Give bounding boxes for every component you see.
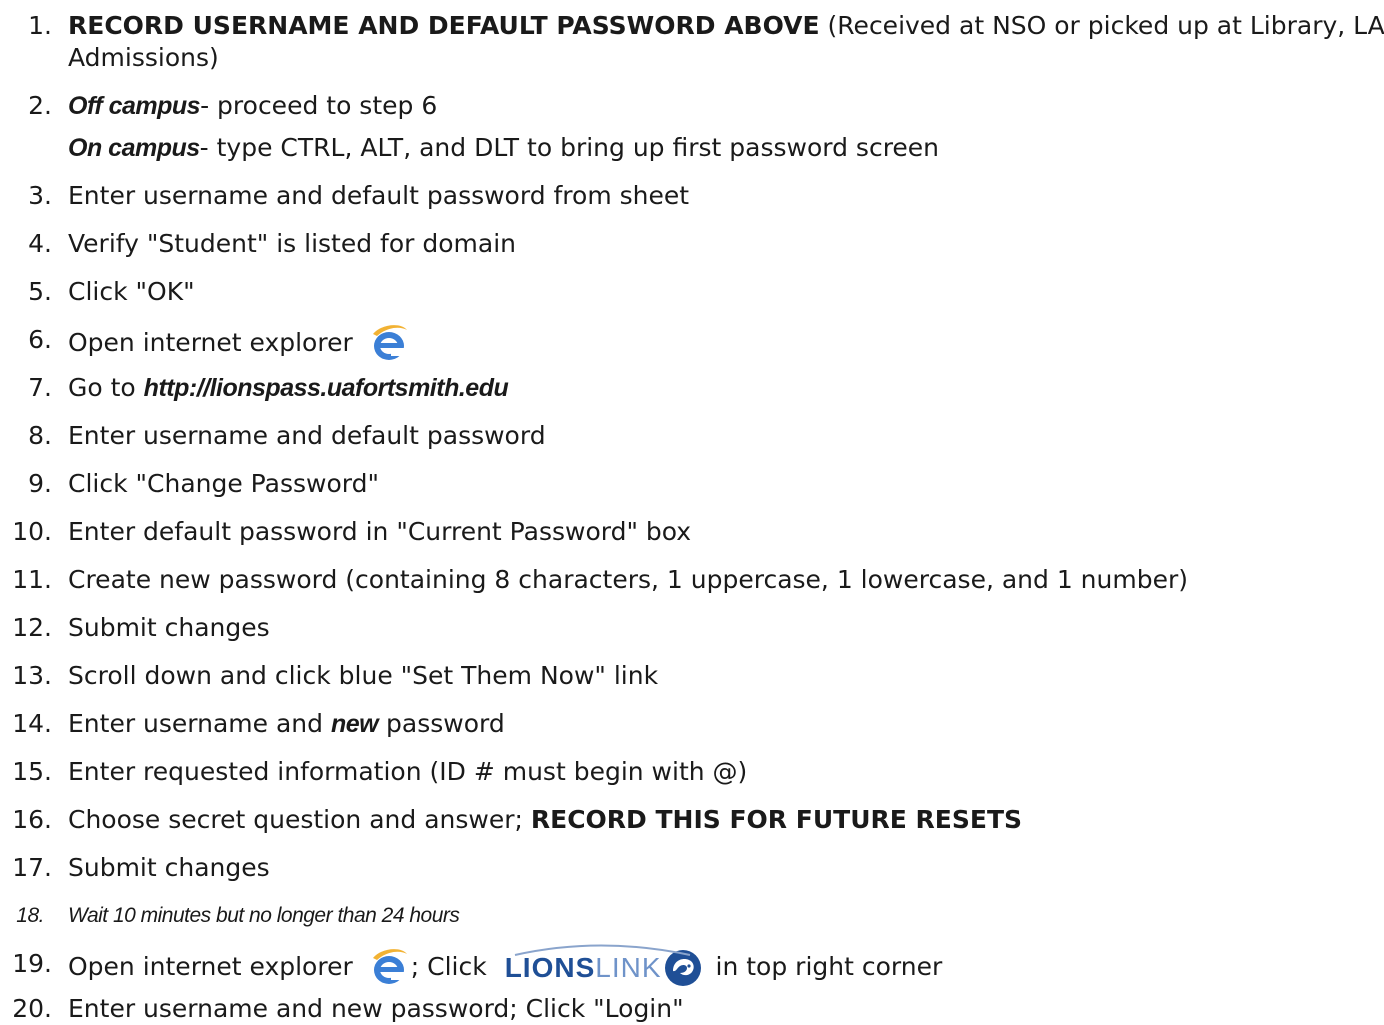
step-number: 10. bbox=[12, 517, 52, 546]
step-text: Enter username and default password bbox=[68, 421, 546, 450]
step-number: 14. bbox=[12, 709, 52, 738]
step-text: Wait 10 minutes but no longer than 24 ho… bbox=[68, 904, 460, 927]
step-text: Verify "Student" is listed for domain bbox=[68, 229, 517, 258]
step-text: Admissions) bbox=[68, 43, 219, 72]
step-number: 5. bbox=[28, 277, 52, 306]
step-number: 11. bbox=[12, 565, 52, 594]
step-emphasis: RECORD USERNAME AND DEFAULT PASSWORD ABO… bbox=[68, 11, 820, 40]
internet-explorer-icon bbox=[372, 325, 407, 360]
step-number: 17. bbox=[12, 853, 52, 882]
step-emphasis: On campus bbox=[68, 134, 200, 162]
step-number: 1. bbox=[28, 11, 52, 40]
lionslink-logo: LIONS LINK bbox=[505, 944, 702, 988]
step-emphasis: RECORD THIS FOR FUTURE RESETS bbox=[530, 805, 1022, 834]
step-text: Submit changes bbox=[68, 853, 270, 882]
step-number: 6. bbox=[28, 325, 52, 354]
step-number: 7. bbox=[28, 373, 52, 402]
step-number: 4. bbox=[28, 229, 52, 258]
step-number: 20. bbox=[12, 994, 52, 1023]
step-text: Create new password (containing 8 charac… bbox=[68, 565, 1188, 594]
internet-explorer-icon bbox=[372, 949, 407, 984]
step-text: password bbox=[378, 709, 505, 738]
step-text: Enter requested information (ID # must b… bbox=[68, 757, 748, 786]
url-text: http://lionspass.uafortsmith.edu bbox=[143, 374, 509, 402]
step-text: ; Click bbox=[410, 952, 487, 981]
step-text: Enter username and new password; Click "… bbox=[68, 994, 684, 1023]
step-text: Submit changes bbox=[68, 613, 270, 642]
step-text: in top right corner bbox=[715, 952, 943, 981]
step-number: 3. bbox=[28, 181, 52, 210]
step-number: 19. bbox=[12, 949, 52, 978]
step-emphasis: Off campus bbox=[68, 92, 201, 120]
step-text: Scroll down and click blue "Set Them Now… bbox=[68, 661, 659, 690]
step-number: 12. bbox=[12, 613, 52, 642]
step-text: - proceed to step 6 bbox=[200, 91, 438, 120]
step-text: Enter username and bbox=[68, 709, 331, 738]
step-text: Open internet explorer bbox=[68, 952, 353, 981]
step-number: 2. bbox=[28, 91, 52, 120]
step-text: Go to bbox=[68, 373, 144, 402]
step-number: 15. bbox=[12, 757, 52, 786]
step-emphasis: new bbox=[330, 710, 379, 738]
step-number: 13. bbox=[12, 661, 52, 690]
step-text: Open internet explorer bbox=[68, 328, 353, 357]
step-text: (Received at NSO or picked up at Library… bbox=[819, 11, 1384, 40]
step-number: 8. bbox=[28, 421, 52, 450]
step-text: Click "Change Password" bbox=[68, 469, 379, 498]
step-number: 18. bbox=[16, 904, 44, 927]
step-text: Click "OK" bbox=[68, 277, 195, 306]
step-number: 9. bbox=[28, 469, 52, 498]
step-text: Choose secret question and answer; bbox=[68, 805, 531, 834]
step-text: Enter username and default password from… bbox=[68, 181, 690, 210]
step-text: - type CTRL, ALT, and DLT to bring up fi… bbox=[199, 133, 940, 162]
step-number: 16. bbox=[12, 805, 52, 834]
logo-arc-icon bbox=[514, 944, 690, 956]
step-text: Enter default password in "Current Passw… bbox=[68, 517, 692, 546]
